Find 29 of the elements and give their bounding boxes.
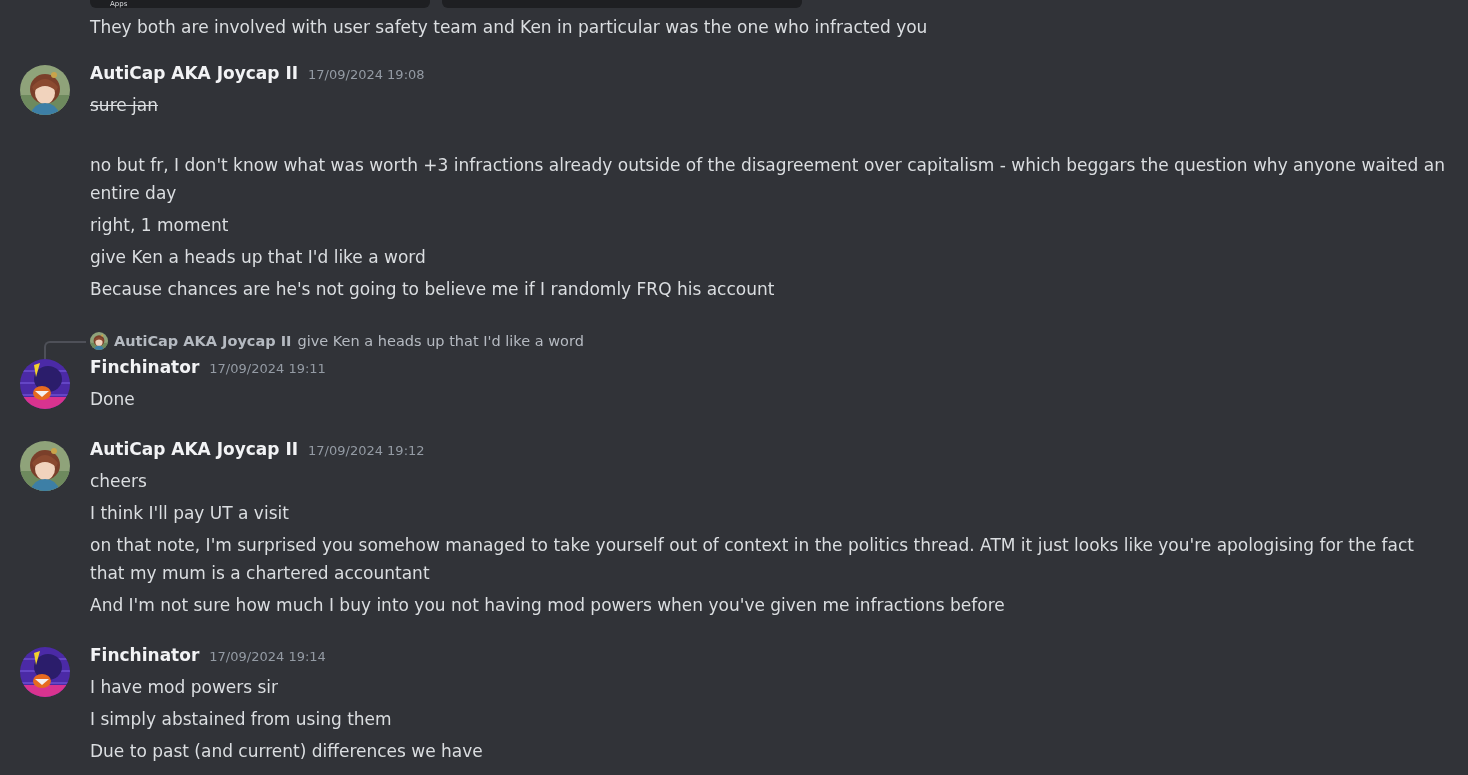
avatar-icon[interactable] [90, 332, 108, 350]
message-text: on that note, I'm surprised you somehow managed to take yourself out of context in the politics thread. ATM it just looks like you're apologising for the fact that my mum is a chartered accountant [90, 534, 1415, 585]
timestamp: 17/09/2024 19:14 [209, 649, 326, 664]
message-text: I think I'll pay UT a visit [90, 502, 290, 525]
message-text: sure jan [90, 94, 160, 117]
timestamp: 17/09/2024 19:12 [308, 443, 425, 458]
message-text: Done [90, 388, 136, 411]
avatar-icon[interactable] [20, 65, 70, 115]
author-name[interactable]: AutiCap AKA Joycap II [90, 439, 299, 459]
timestamp: 17/09/2024 19:08 [308, 67, 425, 82]
timestamp: 17/09/2024 19:11 [209, 361, 326, 376]
avatar-icon[interactable] [20, 647, 70, 697]
avatar-icon[interactable] [20, 441, 70, 491]
message-text: right, 1 moment [90, 214, 230, 237]
author-name[interactable]: Finchinator [90, 357, 200, 377]
message-text: And I'm not sure how much I buy into you not having mod powers when you've given me infractions before [90, 594, 1006, 617]
author-name[interactable]: Finchinator [90, 645, 200, 665]
message-text: give Ken a heads up that I'd like a word [90, 246, 427, 269]
reply-preview[interactable]: give Ken a heads up that I'd like a word [297, 333, 584, 349]
message-text: I have mod powers sir [90, 676, 280, 699]
message-text: Due to past (and current) differences we have [90, 740, 484, 763]
reply-connector [44, 341, 86, 359]
message-text: Because chances are he's not going to believe me if I randomly FRQ his account [90, 278, 776, 301]
message-text: They both are involved with user safety team and Ken in particular was the one who infracted you [90, 16, 929, 39]
reply-author[interactable]: AutiCap AKA Joycap II [114, 333, 292, 349]
message-text: cheers [90, 470, 148, 493]
author-name[interactable]: AutiCap AKA Joycap II [90, 63, 299, 83]
message-text: I simply abstained from using them [90, 708, 393, 731]
avatar-icon[interactable] [20, 359, 70, 409]
